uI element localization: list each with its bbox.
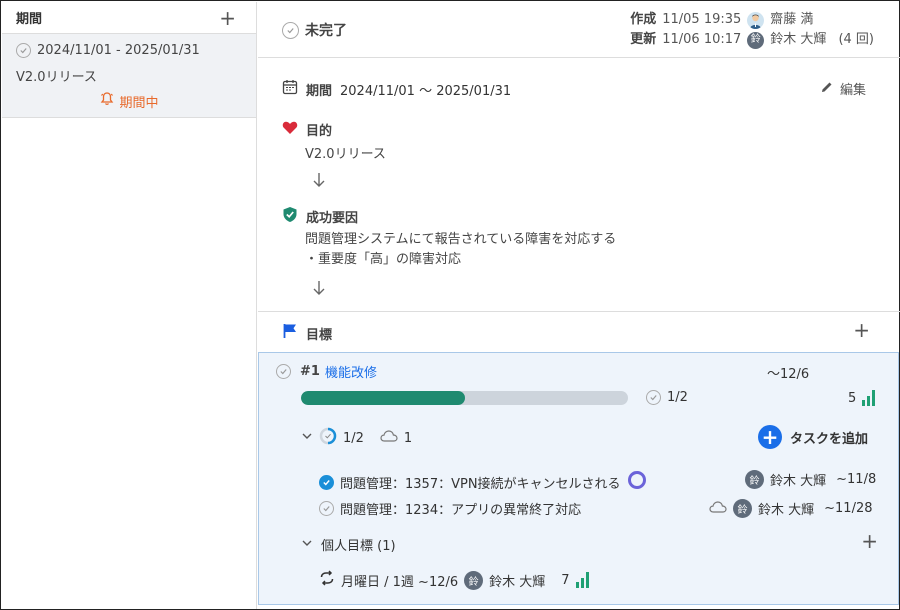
detail-header: 未完了 作成 11/05 19:35 齋藤 満 更新 11/06 10:17 鈴…: [258, 2, 900, 58]
sidebar-title: 期間: [16, 12, 43, 27]
period-label: 期間: [306, 83, 333, 99]
purpose-text: V2.0リリース: [305, 147, 386, 162]
goal-progress-bar: [301, 391, 628, 405]
score-value: 5: [848, 390, 857, 406]
avatar: 鈴: [464, 570, 484, 590]
repeat-icon: [319, 570, 335, 590]
completion-status: 未完了: [305, 23, 347, 39]
add-period-button[interactable]: +: [219, 8, 236, 28]
add-personal-goal-button[interactable]: +: [861, 531, 878, 551]
chevron-down-icon[interactable]: [301, 537, 313, 553]
purpose-label: 目的: [306, 124, 333, 139]
created-by: 齋藤 満: [770, 12, 814, 27]
progress-text: 1/2: [667, 390, 688, 405]
personal-goal-assignee: 鈴木 大輝: [489, 574, 546, 590]
heart-icon: [282, 120, 298, 139]
task-assignee: 鈴木 大輝: [770, 474, 827, 489]
goals-title: 目標: [306, 327, 333, 343]
purpose-heading: 目的: [282, 120, 332, 139]
avatar: 鈴: [733, 499, 752, 518]
period-list-item[interactable]: 2024/11/01 - 2025/01/31 V2.0リリース 期間中: [2, 34, 256, 118]
arrow-down-icon: [312, 172, 326, 192]
task-due: ~11/8: [836, 472, 877, 487]
update-count[interactable]: (4 回): [838, 30, 874, 50]
goals-header: 目標 +: [258, 312, 900, 352]
cloud-icon: [709, 500, 727, 517]
avatar: 鈴: [745, 470, 764, 489]
created-time: 11/05 19:35: [662, 12, 742, 27]
personal-goal-text: 月曜日 / 1週 ~12/6: [341, 574, 459, 590]
updated-time: 11/06 10:17: [662, 32, 742, 47]
task-assignee: 鈴木 大輝: [758, 503, 815, 518]
check-circle-icon[interactable]: [319, 501, 334, 516]
updated-label: 更新: [630, 32, 657, 47]
bell-icon: [99, 91, 115, 111]
goal-due: 〜12/6: [767, 367, 810, 382]
success-line: ・重要度「高」の障害対応: [305, 252, 462, 267]
updated-by: 鈴木 大輝: [770, 32, 827, 47]
task-due: ~11/28: [824, 501, 873, 516]
chevron-down-icon[interactable]: [301, 430, 313, 446]
period-range: 2024/11/01 - 2025/01/31: [37, 43, 200, 58]
avatar: 鈴: [747, 31, 765, 49]
personal-goal-row[interactable]: 月曜日 / 1週 ~12/6 鈴 鈴木 大輝 7: [319, 570, 589, 590]
avatar: [747, 11, 765, 29]
pencil-icon: [820, 80, 834, 98]
cloud-icon: [380, 430, 398, 446]
period-name: V2.0リリース: [16, 70, 97, 85]
task-row[interactable]: 問題管理：1357：VPN接続がキャンセルされる: [319, 470, 647, 494]
progress-ring-icon: [319, 427, 337, 449]
check-circle-icon: [646, 390, 661, 405]
task-row[interactable]: 問題管理：1234：アプリの異常終了対応: [319, 499, 581, 518]
calendar-icon: [282, 79, 298, 99]
signal-bars-icon: [862, 390, 876, 406]
period-value: 2024/11/01 〜 2025/01/31: [340, 83, 512, 99]
app-window: 期間 + 2024/11/01 - 2025/01/31 V2.0リリース 期間…: [0, 0, 900, 610]
check-circle-icon: [16, 43, 31, 58]
progress-fill: [301, 391, 465, 405]
goal-name-link[interactable]: 機能改修: [325, 362, 377, 381]
flag-icon: [282, 323, 298, 343]
created-label: 作成: [630, 12, 657, 27]
add-goal-button[interactable]: +: [853, 320, 870, 340]
task-title: 問題管理：1234：アプリの異常終了対応: [340, 503, 582, 518]
goal-card: #1 機能改修 〜12/6 1/2 5 1/2 1 + タスクを追加 問題管理：…: [258, 352, 899, 605]
personal-goals-label: 個人目標 (1): [321, 539, 396, 554]
arrow-down-icon: [312, 280, 326, 300]
goal-number: #1: [300, 364, 320, 379]
check-icon[interactable]: [319, 474, 334, 490]
success-text: 問題管理システムにて報告されている障害を対応する ・重要度「高」の障害対応: [305, 230, 616, 270]
edit-button[interactable]: 編集: [820, 79, 866, 98]
success-label: 成功要因: [306, 211, 359, 226]
period-detail: 期間 2024/11/01 〜 2025/01/31 編集 目的 V2.0リリー…: [258, 58, 900, 312]
goal-check-icon[interactable]: [276, 364, 291, 379]
tasks-count: 1/2: [343, 430, 364, 446]
task-title: 問題管理：1357：VPN接続がキャンセルされる: [340, 476, 621, 492]
period-status: 期間中: [119, 95, 159, 111]
add-task-button[interactable]: + タスクを追加: [757, 425, 868, 449]
success-heading: 成功要因: [282, 206, 358, 227]
detail-panel: 未完了 作成 11/05 19:35 齋藤 満 更新 11/06 10:17 鈴…: [258, 2, 900, 609]
cloud-count: 1: [403, 430, 413, 446]
period-sidebar: 期間 + 2024/11/01 - 2025/01/31 V2.0リリース 期間…: [2, 2, 257, 609]
history-meta: 作成 11/05 19:35 齋藤 満 更新 11/06 10:17 鈴 鈴木 …: [630, 10, 874, 50]
shield-check-icon: [282, 206, 298, 227]
personal-score: 7: [561, 572, 570, 588]
plus-icon: +: [757, 425, 782, 449]
sidebar-header: 期間 +: [2, 2, 256, 34]
status-check-icon[interactable]: [282, 21, 299, 39]
edit-label: 編集: [839, 83, 866, 98]
success-line: 問題管理システムにて報告されている障害を対応する: [305, 232, 617, 247]
signal-bars-icon: [575, 572, 589, 588]
add-task-label: タスクを追加: [789, 431, 868, 447]
in-progress-ring-icon: [627, 470, 647, 494]
